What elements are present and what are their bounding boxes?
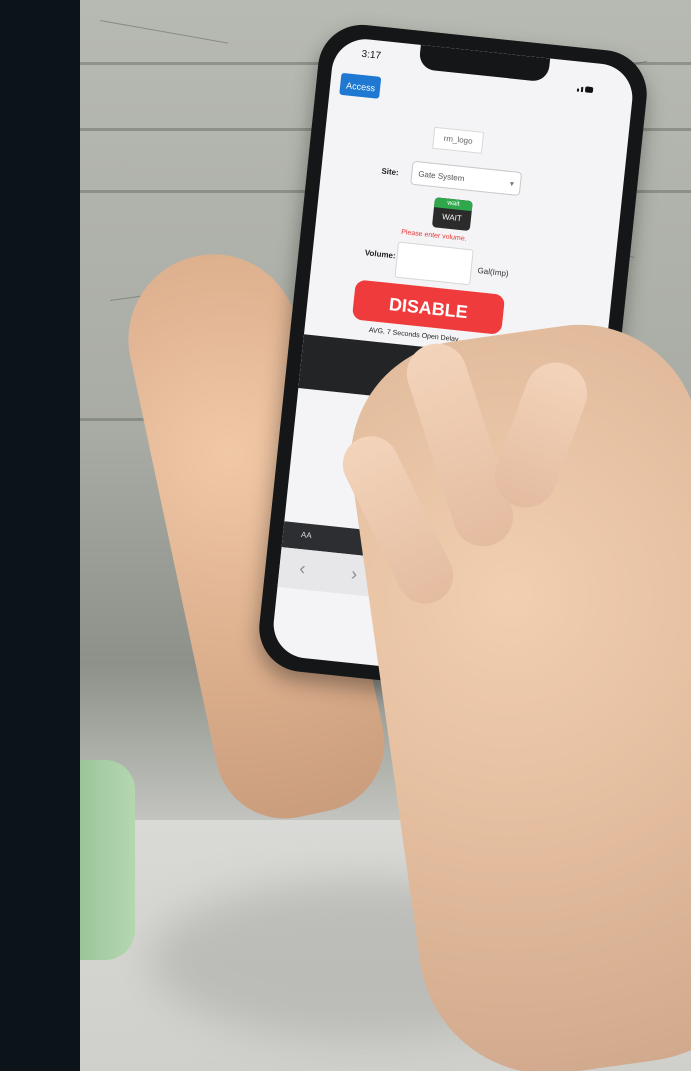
volume-warning: Please enter volume. [400, 228, 467, 243]
wall-crack [99, 20, 229, 44]
disable-button[interactable]: DISABLE [351, 279, 506, 335]
status-icons [576, 73, 608, 94]
site-label: Site: [381, 166, 400, 178]
wait-badge-bottom: WAIT [441, 212, 463, 224]
site-select-value: Gate System [417, 169, 465, 184]
forward-icon[interactable]: › [350, 564, 358, 586]
status-time: 3:17 [360, 48, 382, 62]
back-icon[interactable]: ‹ [298, 558, 306, 580]
text-size-button[interactable]: AA [301, 530, 313, 540]
chevron-down-icon: ▾ [509, 178, 515, 189]
photo-scene: 3:17 Access rm_logo Site: Gate System ▾ … [80, 0, 691, 1071]
volume-input[interactable] [394, 241, 474, 286]
volume-unit: Gal(Imp) [477, 266, 510, 279]
site-select[interactable]: Gate System ▾ [410, 160, 523, 197]
access-button[interactable]: Access [339, 72, 382, 99]
wait-status-badge: wait WAIT [431, 197, 473, 232]
green-sleeve [80, 760, 135, 960]
logo-placeholder: rm_logo [432, 126, 485, 154]
phone-notch [418, 44, 551, 83]
left-dark-panel [0, 0, 80, 1071]
volume-label: Volume: [364, 248, 397, 261]
